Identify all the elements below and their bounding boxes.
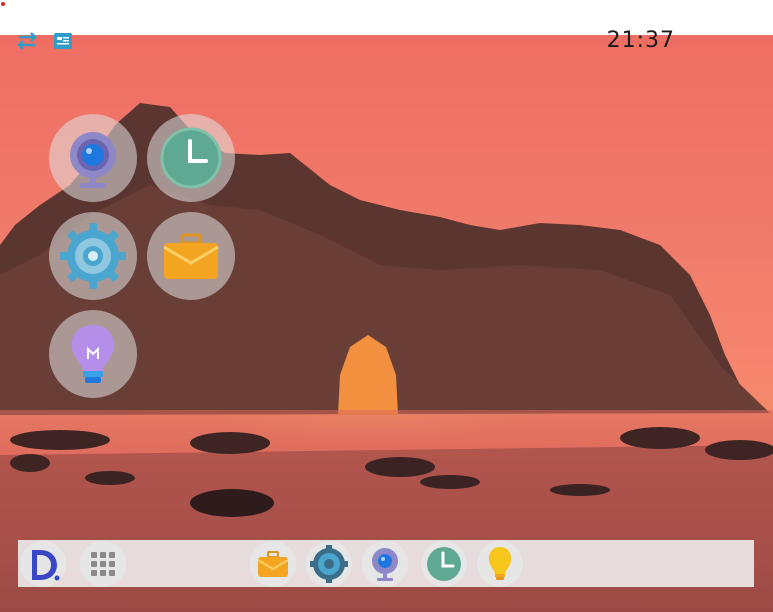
launcher-webcam[interactable] (49, 114, 137, 202)
settings-gear-icon (60, 223, 126, 289)
taskbar-dock (18, 540, 754, 587)
launcher-briefcase[interactable] (147, 212, 235, 300)
launcher-settings[interactable] (49, 212, 137, 300)
lightbulb-icon (488, 547, 512, 580)
dock-webcam[interactable] (362, 541, 408, 587)
dock-settings[interactable] (306, 541, 352, 587)
dock-lightbulb[interactable] (477, 541, 523, 587)
dock-logo[interactable] (20, 541, 66, 587)
lightbulb-icon (71, 325, 115, 383)
briefcase-icon (257, 551, 289, 577)
launcher-lightbulb[interactable] (49, 310, 137, 398)
dock-briefcase[interactable] (250, 541, 296, 587)
status-icons (15, 32, 75, 50)
indicator-dot (1, 2, 5, 6)
transfer-arrows-icon[interactable] (15, 32, 39, 50)
launcher-clock[interactable] (147, 114, 235, 202)
status-clock: 21:37 (606, 28, 675, 53)
dock-app-grid[interactable] (80, 541, 126, 587)
webcam-icon (70, 132, 116, 188)
logo-d-icon (32, 550, 60, 581)
app-grid-icon (91, 552, 115, 576)
dock-clock[interactable] (421, 541, 467, 587)
webcam-icon (372, 548, 398, 581)
clock-icon (427, 547, 461, 581)
clock-icon (160, 127, 222, 189)
briefcase-icon (163, 233, 219, 279)
notes-card-icon[interactable] (51, 32, 75, 50)
settings-gear-icon (310, 545, 348, 583)
